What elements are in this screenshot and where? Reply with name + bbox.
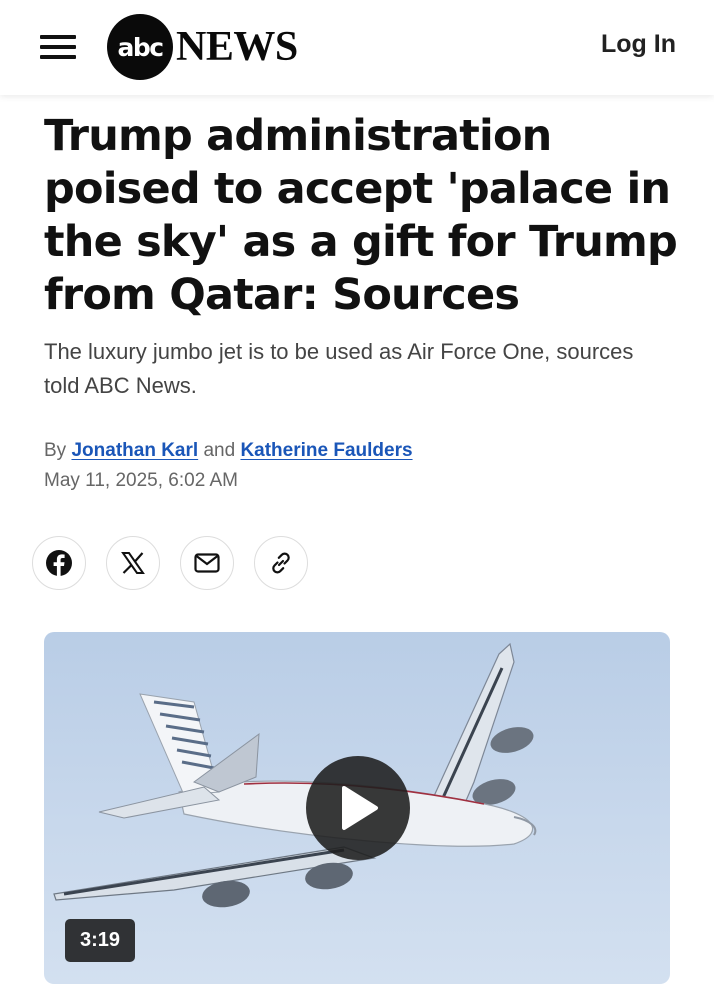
hamburger-menu-icon[interactable] xyxy=(40,33,78,61)
top-navigation-bar: abc NEWS Log In xyxy=(0,0,714,95)
byline: By Jonathan Karl and Katherine Faulders xyxy=(44,440,413,462)
facebook-icon xyxy=(46,550,72,576)
login-button[interactable]: Log In xyxy=(601,30,676,59)
byline-and: and xyxy=(203,440,236,461)
article-headline: Trump administration poised to accept 'p… xyxy=(44,111,678,320)
play-button[interactable] xyxy=(306,756,410,860)
link-icon xyxy=(272,552,290,574)
share-x-button[interactable] xyxy=(106,536,160,590)
video-player[interactable]: 3:19 xyxy=(44,632,670,984)
publish-date: May 11, 2025, 6:02 AM xyxy=(44,470,238,491)
news-logo-text: NEWS xyxy=(176,24,298,70)
abc-news-logo[interactable]: abc NEWS xyxy=(107,14,307,80)
share-facebook-button[interactable] xyxy=(32,536,86,590)
article-subheadline: The luxury jumbo jet is to be used as Ai… xyxy=(44,339,634,398)
video-duration-badge: 3:19 xyxy=(65,919,135,962)
byline-prefix: By xyxy=(44,440,67,461)
x-icon xyxy=(121,552,145,574)
share-email-button[interactable] xyxy=(180,536,234,590)
abc-logo-circle: abc xyxy=(107,14,173,80)
play-icon xyxy=(342,786,378,830)
mail-icon xyxy=(194,553,220,573)
author-link-jonathan-karl[interactable]: Jonathan Karl xyxy=(71,440,198,461)
author-link-katherine-faulders[interactable]: Katherine Faulders xyxy=(240,440,412,461)
share-bar xyxy=(32,536,308,590)
copy-link-button[interactable] xyxy=(254,536,308,590)
